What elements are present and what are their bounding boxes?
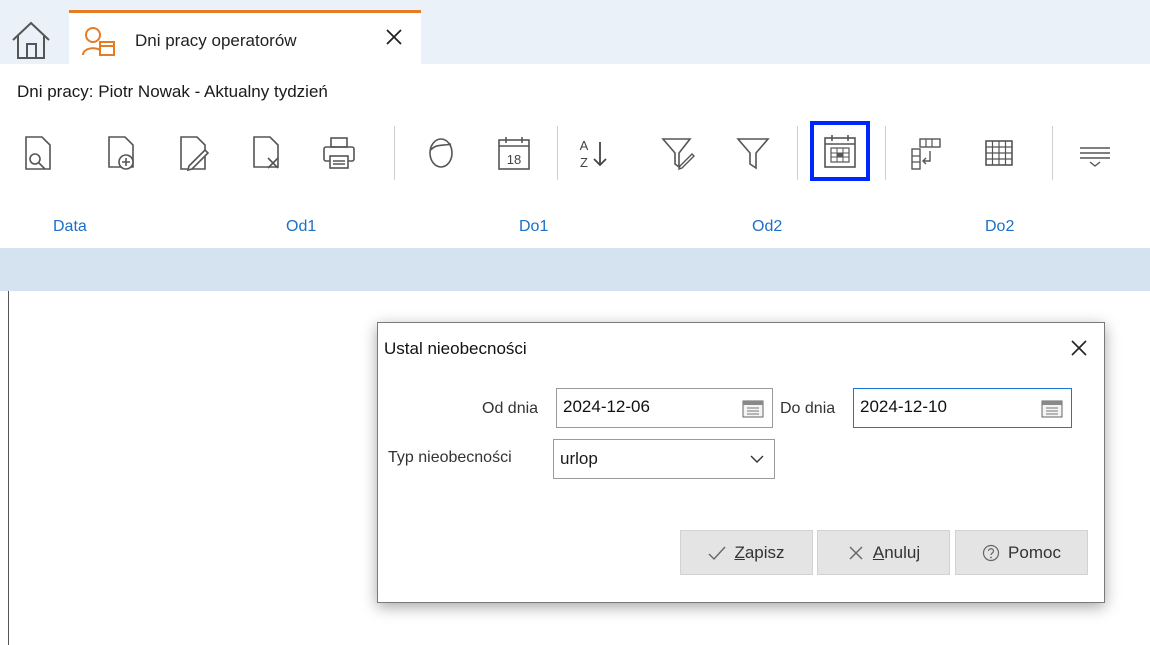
checkmark-icon	[708, 546, 726, 560]
add-document-button[interactable]	[98, 130, 144, 176]
from-date-label: Od dnia	[482, 400, 539, 417]
edit-filter-button[interactable]	[655, 130, 701, 176]
printer-icon	[323, 137, 355, 169]
home-icon	[12, 21, 50, 59]
help-button[interactable]: Pomoc	[955, 530, 1088, 575]
cancel-button[interactable]: Anuluj	[817, 530, 950, 575]
column-header-data[interactable]: Data	[53, 218, 87, 236]
chevron-down-icon	[750, 455, 764, 463]
toolbar-separator	[1052, 126, 1053, 180]
column-header-do1[interactable]: Do1	[519, 218, 548, 236]
document-delete-icon	[253, 136, 279, 169]
close-icon	[849, 546, 863, 559]
calendar-button[interactable]: 18	[491, 130, 537, 176]
grid-icon	[985, 140, 1013, 166]
person-face-icon	[429, 138, 453, 168]
save-button[interactable]: Zapisz	[680, 530, 813, 575]
dialog-title: Ustal nieobecności	[384, 339, 527, 358]
toolbar-separator	[885, 126, 886, 180]
document-preview-icon	[25, 136, 51, 170]
cancel-label: Anuluj	[872, 542, 921, 562]
menu-dropdown-icon	[1080, 147, 1110, 167]
calendar-picker-icon[interactable]	[742, 399, 764, 419]
table-row[interactable]	[0, 248, 1150, 291]
help-label: Pomoc	[1008, 542, 1061, 562]
calendar-absence-icon	[824, 135, 856, 168]
toolbar-separator	[394, 126, 395, 180]
grid-button[interactable]	[976, 130, 1022, 176]
page-title: Dni pracy: Piotr Nowak - Aktualny tydzie…	[17, 82, 328, 101]
help-icon	[982, 544, 1000, 561]
toolbar-separator	[557, 126, 558, 180]
column-header-od1[interactable]: Od1	[286, 218, 316, 236]
absence-type-label: Typ nieobecności	[388, 449, 512, 466]
home-tab[interactable]	[8, 16, 54, 62]
column-header-od2[interactable]: Od2	[752, 218, 782, 236]
more-options-button[interactable]	[1072, 130, 1118, 176]
columns-swap-icon	[911, 138, 941, 170]
delete-document-button[interactable]	[243, 130, 289, 176]
column-layout-button[interactable]	[903, 130, 949, 176]
preview-button[interactable]	[15, 130, 61, 176]
to-date-label: Do dnia	[780, 400, 836, 417]
to-date-field[interactable]: 2024-12-10	[853, 388, 1072, 428]
sort-button[interactable]: A Z	[570, 130, 616, 176]
operator-button[interactable]	[418, 130, 464, 176]
svg-text:Z: Z	[580, 155, 588, 170]
tab-title: Dni pracy operatorów	[135, 31, 297, 50]
set-absences-button[interactable]	[810, 121, 870, 181]
edit-document-button[interactable]	[170, 130, 216, 176]
absence-type-value: urlop	[560, 449, 598, 468]
tab-operator-workdays[interactable]: Dni pracy operatorów	[69, 10, 421, 64]
from-date-field[interactable]: 2024-12-06	[556, 388, 773, 428]
svg-text:A: A	[580, 138, 589, 153]
absence-type-select[interactable]: urlop	[553, 439, 775, 479]
filter-icon	[736, 138, 770, 170]
save-label: Zapisz	[734, 542, 785, 562]
user-calendar-icon	[82, 27, 115, 56]
print-button[interactable]	[316, 130, 362, 176]
from-date-value: 2024-12-06	[563, 397, 650, 416]
close-icon[interactable]	[1068, 337, 1090, 359]
close-icon[interactable]	[383, 26, 405, 48]
to-date-value: 2024-12-10	[860, 397, 947, 416]
filter-button[interactable]	[730, 130, 776, 176]
document-add-icon	[108, 136, 134, 170]
sort-az-icon: A Z	[580, 138, 607, 170]
document-edit-icon	[180, 136, 210, 172]
calendar-icon: 18	[498, 137, 530, 170]
filter-edit-icon	[661, 138, 695, 171]
calendar-picker-icon[interactable]	[1041, 399, 1063, 419]
toolbar-separator	[797, 126, 798, 180]
column-header-do2[interactable]: Do2	[985, 218, 1014, 236]
calendar-day-label: 18	[507, 152, 521, 167]
absence-dialog: Ustal nieobecności Od dnia 2024-12-06 Do…	[377, 322, 1105, 603]
grid-border	[8, 291, 9, 645]
